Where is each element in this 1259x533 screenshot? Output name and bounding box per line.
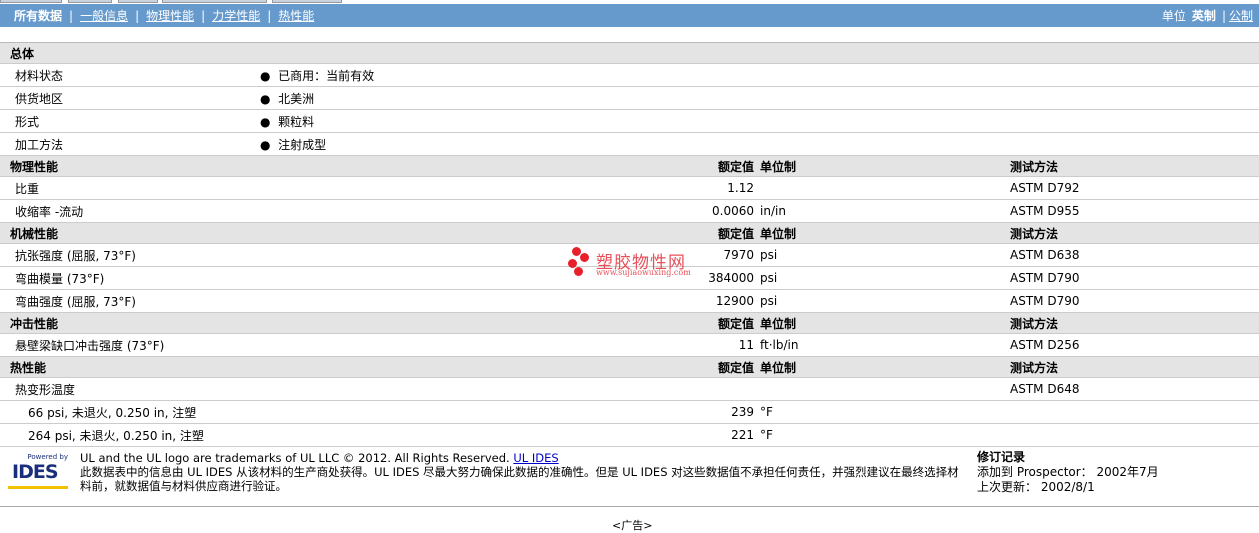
property-unit: ft·lb/in	[760, 338, 799, 352]
table-row: 加工方法 ● 注射成型	[0, 133, 1259, 156]
header-unit: 单位制	[760, 316, 797, 331]
tab-mechanical[interactable]: 力学性能	[212, 7, 260, 24]
property-label: 供货地区	[15, 91, 64, 106]
units-label: 单位	[1161, 9, 1186, 23]
test-method: ASTM D955	[1010, 204, 1080, 218]
section-nav: 所有数据 | 一般信息 | 物理性能 | 力学性能 | 热性能 单位 英制 | 公制	[0, 4, 1259, 27]
section-header: 冲击性能 额定值 单位制 测试方法	[0, 313, 1259, 334]
header-value: 额定值	[717, 226, 754, 241]
property-value: 239	[731, 405, 754, 419]
ul-ides-link[interactable]: UL IDES	[513, 451, 558, 465]
unit-english[interactable]: 英制	[1192, 7, 1216, 24]
section-title: 物理性能	[10, 159, 59, 174]
header-test-method: 测试方法	[1010, 159, 1059, 174]
watermark-url: www.sujiaowuxing.com	[596, 268, 691, 277]
section-title: 热性能	[10, 360, 47, 375]
header-unit: 单位制	[760, 360, 797, 375]
tab-all-data[interactable]: 所有数据	[14, 7, 62, 24]
table-row: 收缩率 -流动 0.0060 in/in ASTM D955	[0, 200, 1259, 223]
test-method: ASTM D638	[1010, 248, 1080, 262]
list-item: ● 已商用：当前有效	[260, 68, 375, 83]
ad-label: <广告>	[612, 519, 653, 532]
property-value: 0.0060	[712, 204, 754, 218]
property-label: 加工方法	[15, 137, 64, 152]
footer: Powered by IDES UL and the UL logo are tr…	[0, 441, 1259, 507]
property-label: 材料状态	[15, 68, 64, 83]
header-test-method: 测试方法	[1010, 226, 1059, 241]
test-method: ASTM D790	[1010, 294, 1080, 308]
property-unit: psi	[760, 294, 778, 308]
header-unit: 单位制	[760, 226, 797, 241]
property-label: 抗张强度 (屈服, 73°F)	[15, 248, 136, 263]
revision-history: 修订记录 添加到 Prospector： 2002年7月 上次更新： 2002/…	[977, 450, 1159, 494]
test-method: ASTM D648	[1010, 382, 1080, 396]
property-unit: psi	[760, 271, 778, 285]
table-row: 66 psi, 未退火, 0.250 in, 注塑 239 °F	[0, 401, 1259, 424]
test-method: ASTM D792	[1010, 181, 1080, 195]
property-label: 收缩率 -流动	[15, 204, 84, 219]
table-row: 供货地区 ● 北美洲	[0, 87, 1259, 110]
property-value: 221	[731, 428, 754, 442]
disclaimer: UL and the UL logo are trademarks of UL …	[80, 451, 959, 493]
property-value: 12900	[715, 294, 754, 308]
ides-logo: Powered by IDES	[8, 453, 70, 489]
property-value: 384000	[708, 271, 754, 285]
unit-switch: 单位 英制 | 公制	[1161, 7, 1253, 24]
table-row: 形式 ● 颗粒料	[0, 110, 1259, 133]
property-value: 7970	[723, 248, 754, 262]
property-value: 11	[738, 338, 754, 352]
section-header: 物理性能 额定值 单位制 测试方法	[0, 156, 1259, 177]
test-method: ASTM D790	[1010, 271, 1080, 285]
watermark: 塑胶物性网 www.sujiaowuxing.com	[566, 245, 706, 285]
property-unit: °F	[760, 428, 773, 442]
table-row: 材料状态 ● 已商用：当前有效	[0, 64, 1259, 87]
list-item: ● 注射成型	[260, 137, 327, 152]
tab-general[interactable]: 一般信息	[80, 7, 128, 24]
section-header: 机械性能 额定值 单位制 测试方法	[0, 223, 1259, 244]
property-unit: psi	[760, 248, 778, 262]
tab-thermal[interactable]: 热性能	[278, 7, 314, 24]
table-row: 悬壁梁缺口冲击强度 (73°F) 11 ft·lb/in ASTM D256	[0, 334, 1259, 357]
header-value: 额定值	[717, 360, 754, 375]
header-value: 额定值	[717, 316, 754, 331]
property-unit: °F	[760, 405, 773, 419]
section-title: 机械性能	[10, 226, 59, 241]
header-unit: 单位制	[760, 159, 797, 174]
property-label: 比重	[15, 181, 40, 196]
list-item: ● 北美洲	[260, 91, 315, 106]
property-label: 66 psi, 未退火, 0.250 in, 注塑	[28, 405, 197, 420]
header-test-method: 测试方法	[1010, 316, 1059, 331]
section-header: 总体	[0, 43, 1259, 64]
table-row: 弯曲强度 (屈服, 73°F) 12900 psi ASTM D790	[0, 290, 1259, 313]
unit-metric[interactable]: 公制	[1229, 7, 1253, 24]
property-label: 形式	[15, 114, 40, 129]
property-label: 热变形温度	[15, 382, 76, 397]
property-unit: in/in	[760, 204, 786, 218]
property-value: 1.12	[727, 181, 754, 195]
property-label: 弯曲强度 (屈服, 73°F)	[15, 294, 136, 309]
list-item: ● 颗粒料	[260, 114, 315, 129]
tab-physical[interactable]: 物理性能	[146, 7, 194, 24]
property-label: 弯曲模量 (73°F)	[15, 271, 105, 286]
test-method: ASTM D256	[1010, 338, 1080, 352]
header-test-method: 测试方法	[1010, 360, 1059, 375]
section-header: 热性能 额定值 单位制 测试方法	[0, 357, 1259, 378]
header-value: 额定值	[717, 159, 754, 174]
table-row: 比重 1.12 ASTM D792	[0, 177, 1259, 200]
table-row: 热变形温度 ASTM D648	[0, 378, 1259, 401]
property-label: 悬壁梁缺口冲击强度 (73°F)	[15, 338, 165, 353]
section-title: 总体	[10, 46, 35, 61]
section-title: 冲击性能	[10, 316, 59, 331]
